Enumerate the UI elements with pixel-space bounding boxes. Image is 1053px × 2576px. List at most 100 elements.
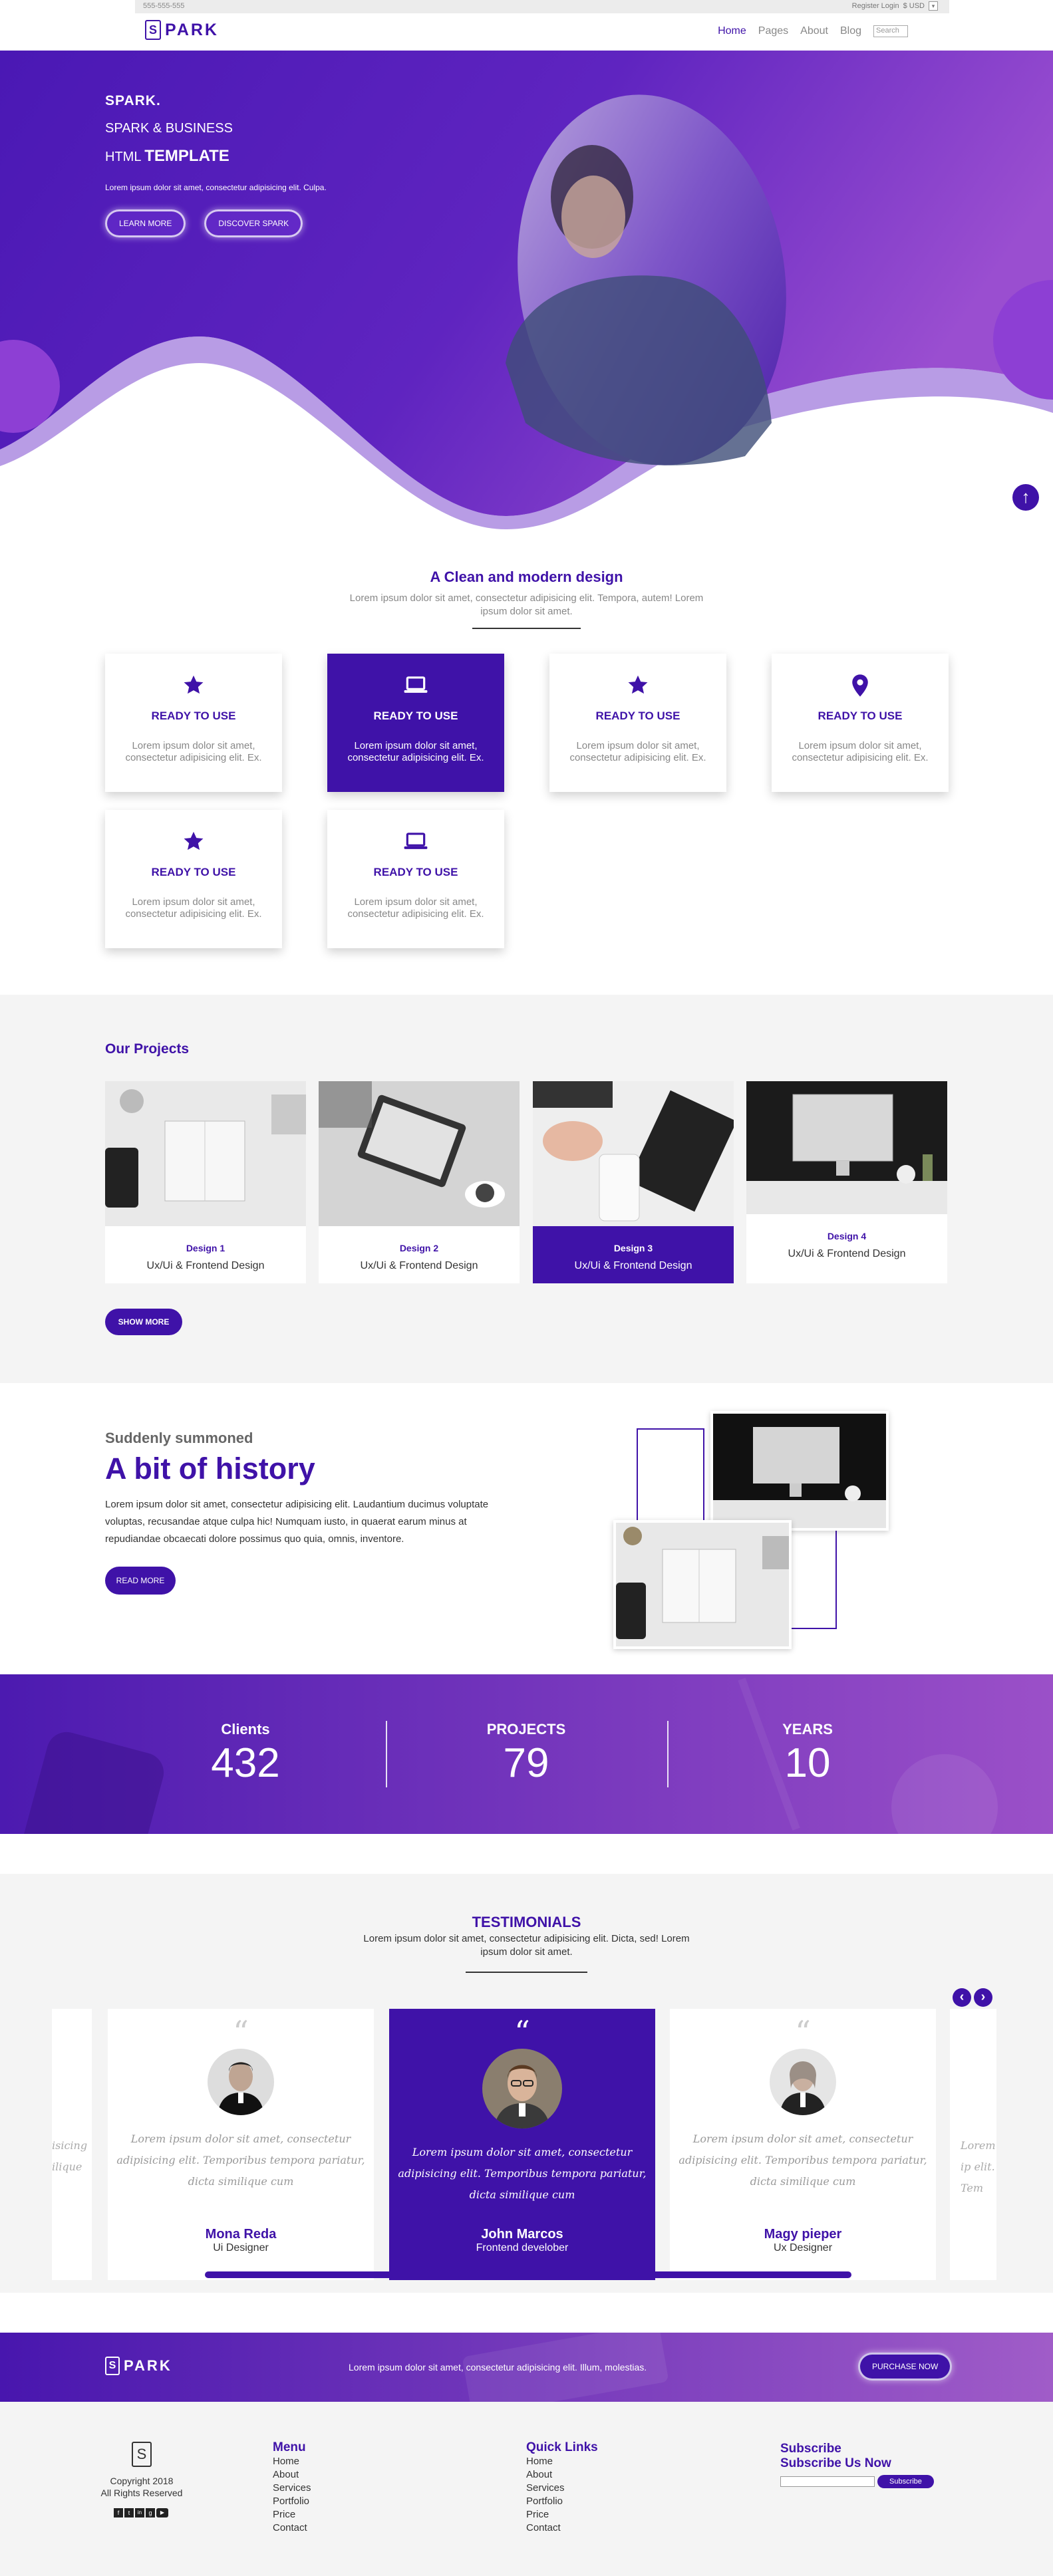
project-card[interactable]: Design 4 Ux/Ui & Frontend Design [746,1081,947,1283]
stat-value: 79 [503,1740,549,1786]
youtube-icon[interactable]: ▶ [156,2508,168,2517]
nav-item-about[interactable]: About [800,25,828,37]
footer-menu-services[interactable]: Services [273,2482,311,2495]
star-icon [184,675,204,694]
feature-card-title: READY TO USE [373,709,458,722]
feature-card-desc: Lorem ipsum dolor sit amet, consectetur … [347,740,484,763]
project-desc: Ux/Ui & Frontend Design [788,1248,906,1259]
subscribe-button[interactable]: Subscribe [877,2475,934,2488]
feature-card[interactable]: READY TO USE Lorem ipsum dolor sit amet,… [327,810,504,948]
footer-link-about[interactable]: About [526,2468,598,2482]
purchase-now-button[interactable]: PURCHASE NOW [858,2353,953,2381]
testimonial-card-active[interactable]: “ Lorem ipsum dolor sit amet, consectetu… [389,2009,655,2280]
footer-link-portfolio[interactable]: Portfolio [526,2495,598,2508]
footer-menu-home[interactable]: Home [273,2455,311,2468]
feature-card-title: READY TO USE [595,709,680,722]
features-title: A Clean and modern design [430,569,623,585]
stat-divider [386,1721,387,1787]
footer-quick-links-column: Quick Links Home About Services Portfoli… [526,2440,598,2535]
avatar [208,2049,274,2115]
facebook-icon[interactable]: f [114,2508,123,2517]
project-card-active[interactable]: Design 3 Ux/Ui & Frontend Design [533,1081,734,1283]
footer-link-contact[interactable]: Contact [526,2521,598,2535]
feature-card[interactable]: READY TO USE Lorem ipsum dolor sit amet,… [772,654,949,792]
social-icons: f t in g ▶ [114,2508,168,2517]
stat-label: Clients [221,1721,270,1738]
footer-link-home[interactable]: Home [526,2455,598,2468]
feature-card-desc: Lorem ipsum dolor sit amet, consectetur … [792,740,929,763]
register-login-link[interactable]: Register Login [852,2,899,10]
top-bar: 555-555-555 Register Login $ USD ▾ [0,0,1053,13]
subscribe-subtitle: Subscribe Us Now [780,2456,891,2470]
project-name: Design 3 [613,1243,653,1253]
feature-card-active[interactable]: READY TO USE Lorem ipsum dolor sit amet,… [327,654,504,792]
laptop-icon [404,833,428,849]
testimonial-card[interactable]: “ Lorem ipsum dolor sit amet, consectetu… [108,2009,374,2280]
stat-years: YEARS 10 [708,1721,907,1787]
nav-item-pages[interactable]: Pages [758,25,788,37]
feature-card[interactable]: READY TO USE Lorem ipsum dolor sit amet,… [105,654,282,792]
project-card[interactable]: Design 2 Ux/Ui & Frontend Design [319,1081,520,1283]
features-subtitle: Lorem ipsum dolor sit amet, consectetur … [349,592,704,617]
logo-wordmark: PARK [124,2357,172,2374]
show-more-button[interactable]: SHOW MORE [105,1309,182,1335]
testimonial-card-partial-right: Lorem ip elit. Tem [950,2009,996,2280]
top-bar-background [135,0,949,13]
hero-section: SPARK. SPARK & BUSINESS HTML TEMPLATE Lo… [0,51,1053,529]
copyright-text: Copyright 2018 [110,2476,174,2486]
footer-menu-about[interactable]: About [273,2468,311,2482]
carousel-prev-button[interactable]: ‹ [953,1988,971,2007]
nav-item-home[interactable]: Home [718,25,746,37]
footer-banner-logo[interactable]: S PARK [105,2357,172,2375]
discover-spark-button[interactable]: DISCOVER SPARK [204,209,303,237]
nav-item-blog[interactable]: Blog [840,25,861,37]
footer-menu-contact[interactable]: Contact [273,2521,311,2535]
brand-logo[interactable]: S PARK [145,20,219,40]
feature-card-title: READY TO USE [151,709,236,722]
footer-link-services[interactable]: Services [526,2482,598,2495]
subscribe-email-input[interactable] [780,2476,875,2487]
subscribe-form: Subscribe [780,2475,934,2488]
scroll-up-icon[interactable]: ↑ [1012,484,1039,511]
project-card[interactable]: Design 1 Ux/Ui & Frontend Design [105,1081,306,1283]
google-icon[interactable]: g [146,2508,155,2517]
linkedin-icon[interactable]: in [135,2508,144,2517]
learn-more-button[interactable]: LEARN MORE [105,209,186,237]
testimonial-name: Magy pieper [764,2227,842,2242]
carousel-progress-bar [205,2271,851,2278]
testimonial-name: John Marcos [481,2227,563,2242]
testimonial-role: Ui Designer [213,2242,269,2254]
projects-title: Our Projects [105,1041,190,1057]
testimonial-text: Lorem ipsum dolor sit amet, consectetur … [116,2132,365,2188]
read-more-button[interactable]: READ MORE [105,1567,176,1595]
stat-value: 432 [211,1740,280,1786]
stat-projects: PROJECTS 79 [426,1721,626,1787]
carousel-next-button[interactable]: › [974,1988,992,2007]
feature-card[interactable]: READY TO USE Lorem ipsum dolor sit amet,… [105,810,282,948]
footer-link-price[interactable]: Price [526,2508,598,2521]
hero-html-text: HTML [105,150,141,164]
project-desc: Ux/Ui & Frontend Design [360,1260,478,1271]
feature-card-desc: Lorem ipsum dolor sit amet, consectetur … [347,896,484,920]
testimonials-subtitle: Lorem ipsum dolor sit amet, consectetur … [363,1933,690,1958]
currency-dropdown[interactable]: ▾ [929,1,938,11]
logo-mark: S [145,20,161,40]
feature-card[interactable]: READY TO USE Lorem ipsum dolor sit amet,… [549,654,726,792]
footer: S Copyright 2018 All Rights Reserved f t… [0,2402,1053,2576]
hero-text-block: SPARK. SPARK & BUSINESS HTML TEMPLATE Lo… [105,93,327,237]
search-input[interactable]: Search [873,25,908,37]
twitter-icon[interactable]: t [124,2508,134,2517]
hero-title: SPARK. [105,93,161,108]
footer-subscribe-column: Subscribe Subscribe Us Now Subscribe [780,2442,934,2488]
footer-menu-portfolio[interactable]: Portfolio [273,2495,311,2508]
map-pin-icon [852,674,868,697]
features-divider [472,628,581,629]
hero-template-line: HTML TEMPLATE [105,147,327,166]
testimonial-role: Ux Designer [773,2242,833,2254]
footer-menu-price[interactable]: Price [273,2508,311,2521]
testimonial-card[interactable]: “ Lorem ipsum dolor sit amet, consectetu… [670,2009,936,2280]
project-image-notebook [105,1081,306,1229]
feature-card-title: READY TO USE [818,709,903,722]
history-image-notebook [613,1520,796,1649]
history-image-imac [710,1411,889,1531]
